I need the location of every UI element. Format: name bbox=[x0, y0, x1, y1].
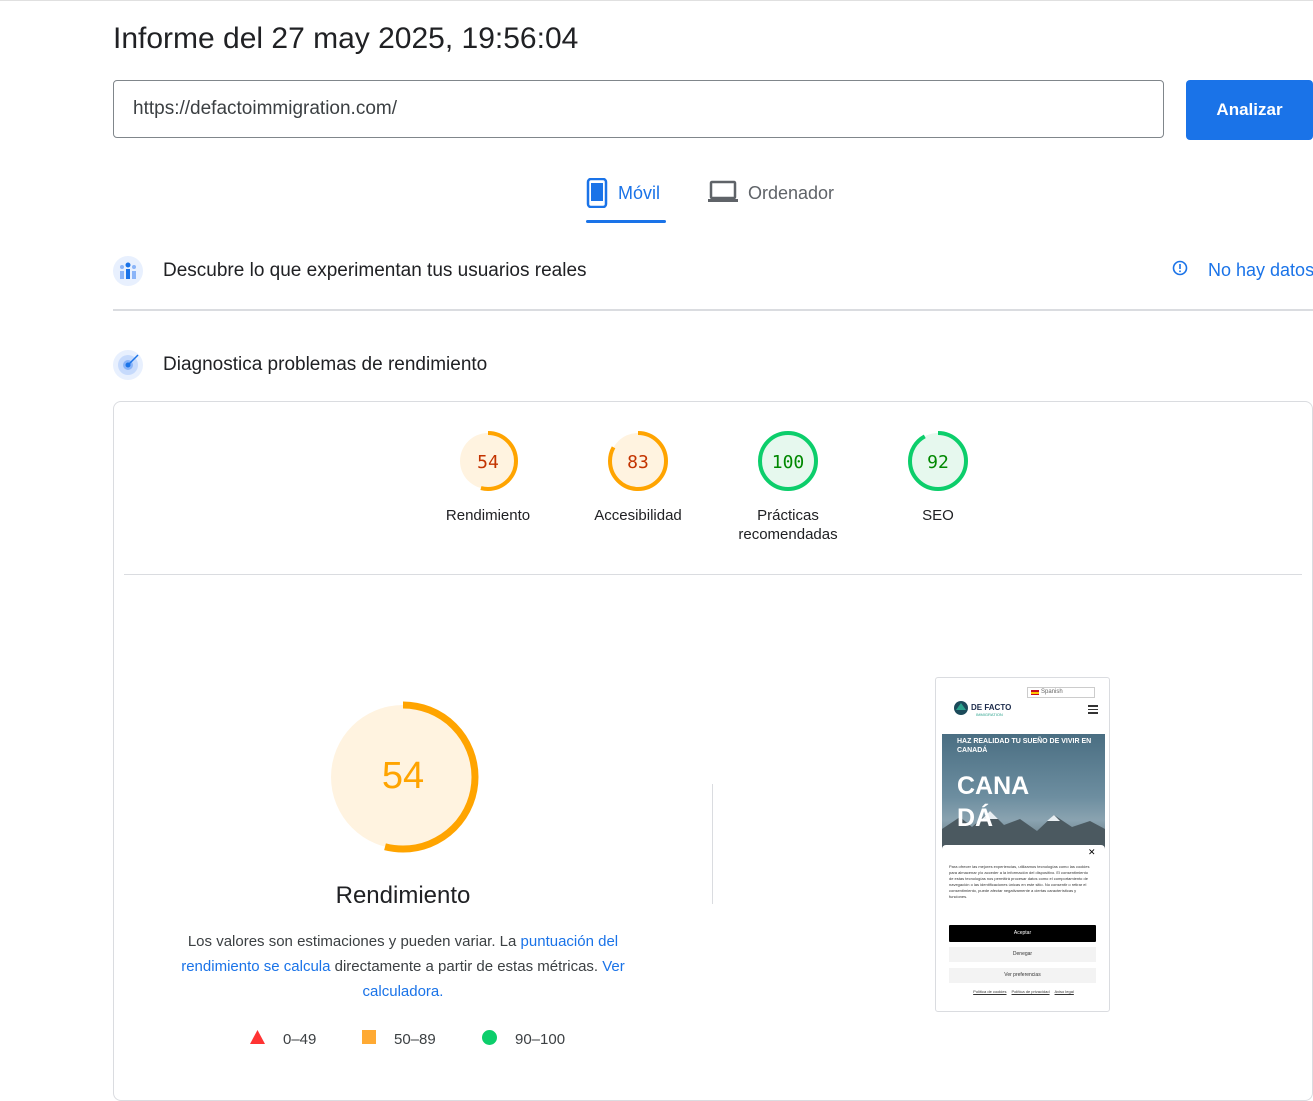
score-gauge-performance[interactable]: 54 Rendimiento bbox=[413, 430, 563, 525]
info-icon bbox=[1172, 260, 1188, 281]
page-title: Informe del 27 may 2025, 19:56:04 bbox=[113, 22, 579, 55]
no-data-label: No hay datos bbox=[1208, 260, 1313, 280]
language-select: Spanish bbox=[1027, 687, 1095, 698]
hero-image: HAZ REALIDAD TU SUEÑO DE VIVIR EN CANADÁ… bbox=[942, 734, 1105, 849]
gauge-label: Rendimiento bbox=[413, 506, 563, 525]
section-divider bbox=[113, 309, 1313, 311]
big-gauge-ring: 54 bbox=[327, 701, 479, 853]
gauge-label-line1: Prácticas bbox=[757, 507, 819, 524]
tab-desktop[interactable]: Ordenador bbox=[708, 175, 834, 223]
top-border bbox=[0, 0, 1313, 1]
gauge-label: Accesibilidad bbox=[563, 506, 713, 525]
circle-icon bbox=[482, 1030, 497, 1049]
gauge-value: 54 bbox=[477, 452, 499, 473]
lab-data-header: Diagnostica problemas de rendimiento bbox=[113, 350, 487, 380]
gauge-label-line2: recomendadas bbox=[738, 526, 838, 543]
panel-divider bbox=[124, 574, 1302, 575]
preferences-button: Ver preferencias bbox=[949, 968, 1096, 983]
tab-desktop-label: Ordenador bbox=[748, 183, 835, 203]
big-gauge-value: 54 bbox=[382, 755, 424, 797]
score-gauge-accessibility[interactable]: 83 Accesibilidad bbox=[563, 430, 713, 525]
score-gauge-best-practices[interactable]: 100 Prácticas recomendadas bbox=[713, 430, 863, 544]
phone-icon bbox=[586, 177, 608, 213]
lab-data-title: Diagnostica problemas de rendimiento bbox=[163, 354, 488, 375]
gauge-label-line1: Rendimiento bbox=[445, 507, 531, 524]
square-icon bbox=[362, 1030, 376, 1048]
gauge-ring: 83 bbox=[608, 431, 668, 491]
hero-subtitle: HAZ REALIDAD TU SUEÑO DE VIVIR EN CANADÁ bbox=[957, 738, 1092, 754]
gauge-value: 83 bbox=[627, 452, 649, 473]
policy-links: Política de cookies Política de privacid… bbox=[942, 989, 1105, 994]
gauge-label: SEO bbox=[863, 506, 1013, 525]
logo-subtext: IMMIGRATION bbox=[976, 712, 1003, 717]
legend-average: 50–89 bbox=[362, 1030, 436, 1048]
gauge-value: 92 bbox=[927, 452, 949, 473]
performance-title: Rendimiento bbox=[335, 882, 471, 909]
radar-icon bbox=[113, 350, 143, 380]
legend-fail: 0–49 bbox=[250, 1030, 316, 1048]
cookie-policy-link: Política de cookies bbox=[973, 989, 1007, 994]
analyze-button[interactable]: Analizar bbox=[1186, 80, 1313, 140]
performance-description: Los valores son estimaciones y pueden va… bbox=[176, 929, 630, 1004]
hero-heading: CANA DÁ bbox=[957, 770, 1029, 834]
page-screenshot-thumbnail[interactable]: Spanish DE FACTO IMMIGRATION HAZ REALIDA… bbox=[935, 677, 1110, 1012]
close-icon: ✕ bbox=[1088, 847, 1096, 857]
active-tab-indicator bbox=[586, 220, 666, 223]
gauge-label-line1: SEO bbox=[922, 507, 954, 524]
cookie-consent-modal: ✕ Para ofrecer las mejores experiencias,… bbox=[942, 845, 1105, 1011]
legend-pass: 90–100 bbox=[482, 1030, 565, 1049]
defacto-logo-icon bbox=[954, 701, 968, 715]
deny-button: Denegar bbox=[949, 947, 1096, 962]
accept-button: Aceptar bbox=[949, 925, 1096, 942]
vertical-separator bbox=[712, 784, 713, 904]
performance-big-gauge: 54 bbox=[318, 692, 488, 867]
hamburger-menu-icon bbox=[1088, 705, 1098, 716]
legal-notice-link: Aviso legal bbox=[1054, 989, 1074, 994]
gauge-ring: 92 bbox=[908, 431, 968, 491]
legend-average-range: 50–89 bbox=[394, 1030, 436, 1048]
language-label: Spanish bbox=[1041, 689, 1063, 695]
legend-pass-range: 90–100 bbox=[515, 1031, 566, 1048]
laptop-icon bbox=[708, 178, 738, 209]
hero-heading-line1: CANA bbox=[957, 772, 1030, 800]
spain-flag-icon bbox=[1031, 690, 1039, 695]
tab-mobile[interactable]: Móvil bbox=[586, 175, 660, 223]
cookie-text: Para ofrecer las mejores experiencias, u… bbox=[949, 864, 1090, 899]
gauge-ring: 100 bbox=[758, 431, 818, 491]
users-chart-icon bbox=[113, 256, 143, 286]
field-data-header: Descubre lo que experimentan tus usuario… bbox=[113, 256, 587, 286]
desc-text-1: Los valores son estimaciones y pueden va… bbox=[187, 933, 521, 950]
url-input-box[interactable] bbox=[113, 80, 1164, 138]
triangle-icon bbox=[250, 1030, 265, 1048]
hero-heading-line2: DÁ bbox=[957, 804, 994, 832]
field-data-title: Descubre lo que experimentan tus usuario… bbox=[163, 260, 587, 281]
gauge-label: Prácticas recomendadas bbox=[713, 506, 863, 544]
tab-mobile-label: Móvil bbox=[618, 183, 661, 203]
gauge-value: 100 bbox=[772, 452, 805, 473]
url-input[interactable] bbox=[133, 98, 1163, 120]
no-data-link[interactable]: No hay datos bbox=[1172, 260, 1313, 281]
logo-text: DE FACTO bbox=[971, 703, 1012, 712]
gauge-ring: 54 bbox=[458, 431, 518, 491]
legend-fail-range: 0–49 bbox=[283, 1030, 317, 1048]
privacy-policy-link: Política de privacidad bbox=[1011, 989, 1050, 994]
desc-text-2: directamente a partir de estas métricas. bbox=[330, 958, 603, 975]
gauge-label-line1: Accesibilidad bbox=[594, 507, 682, 524]
score-gauge-seo[interactable]: 92 SEO bbox=[863, 430, 1013, 525]
